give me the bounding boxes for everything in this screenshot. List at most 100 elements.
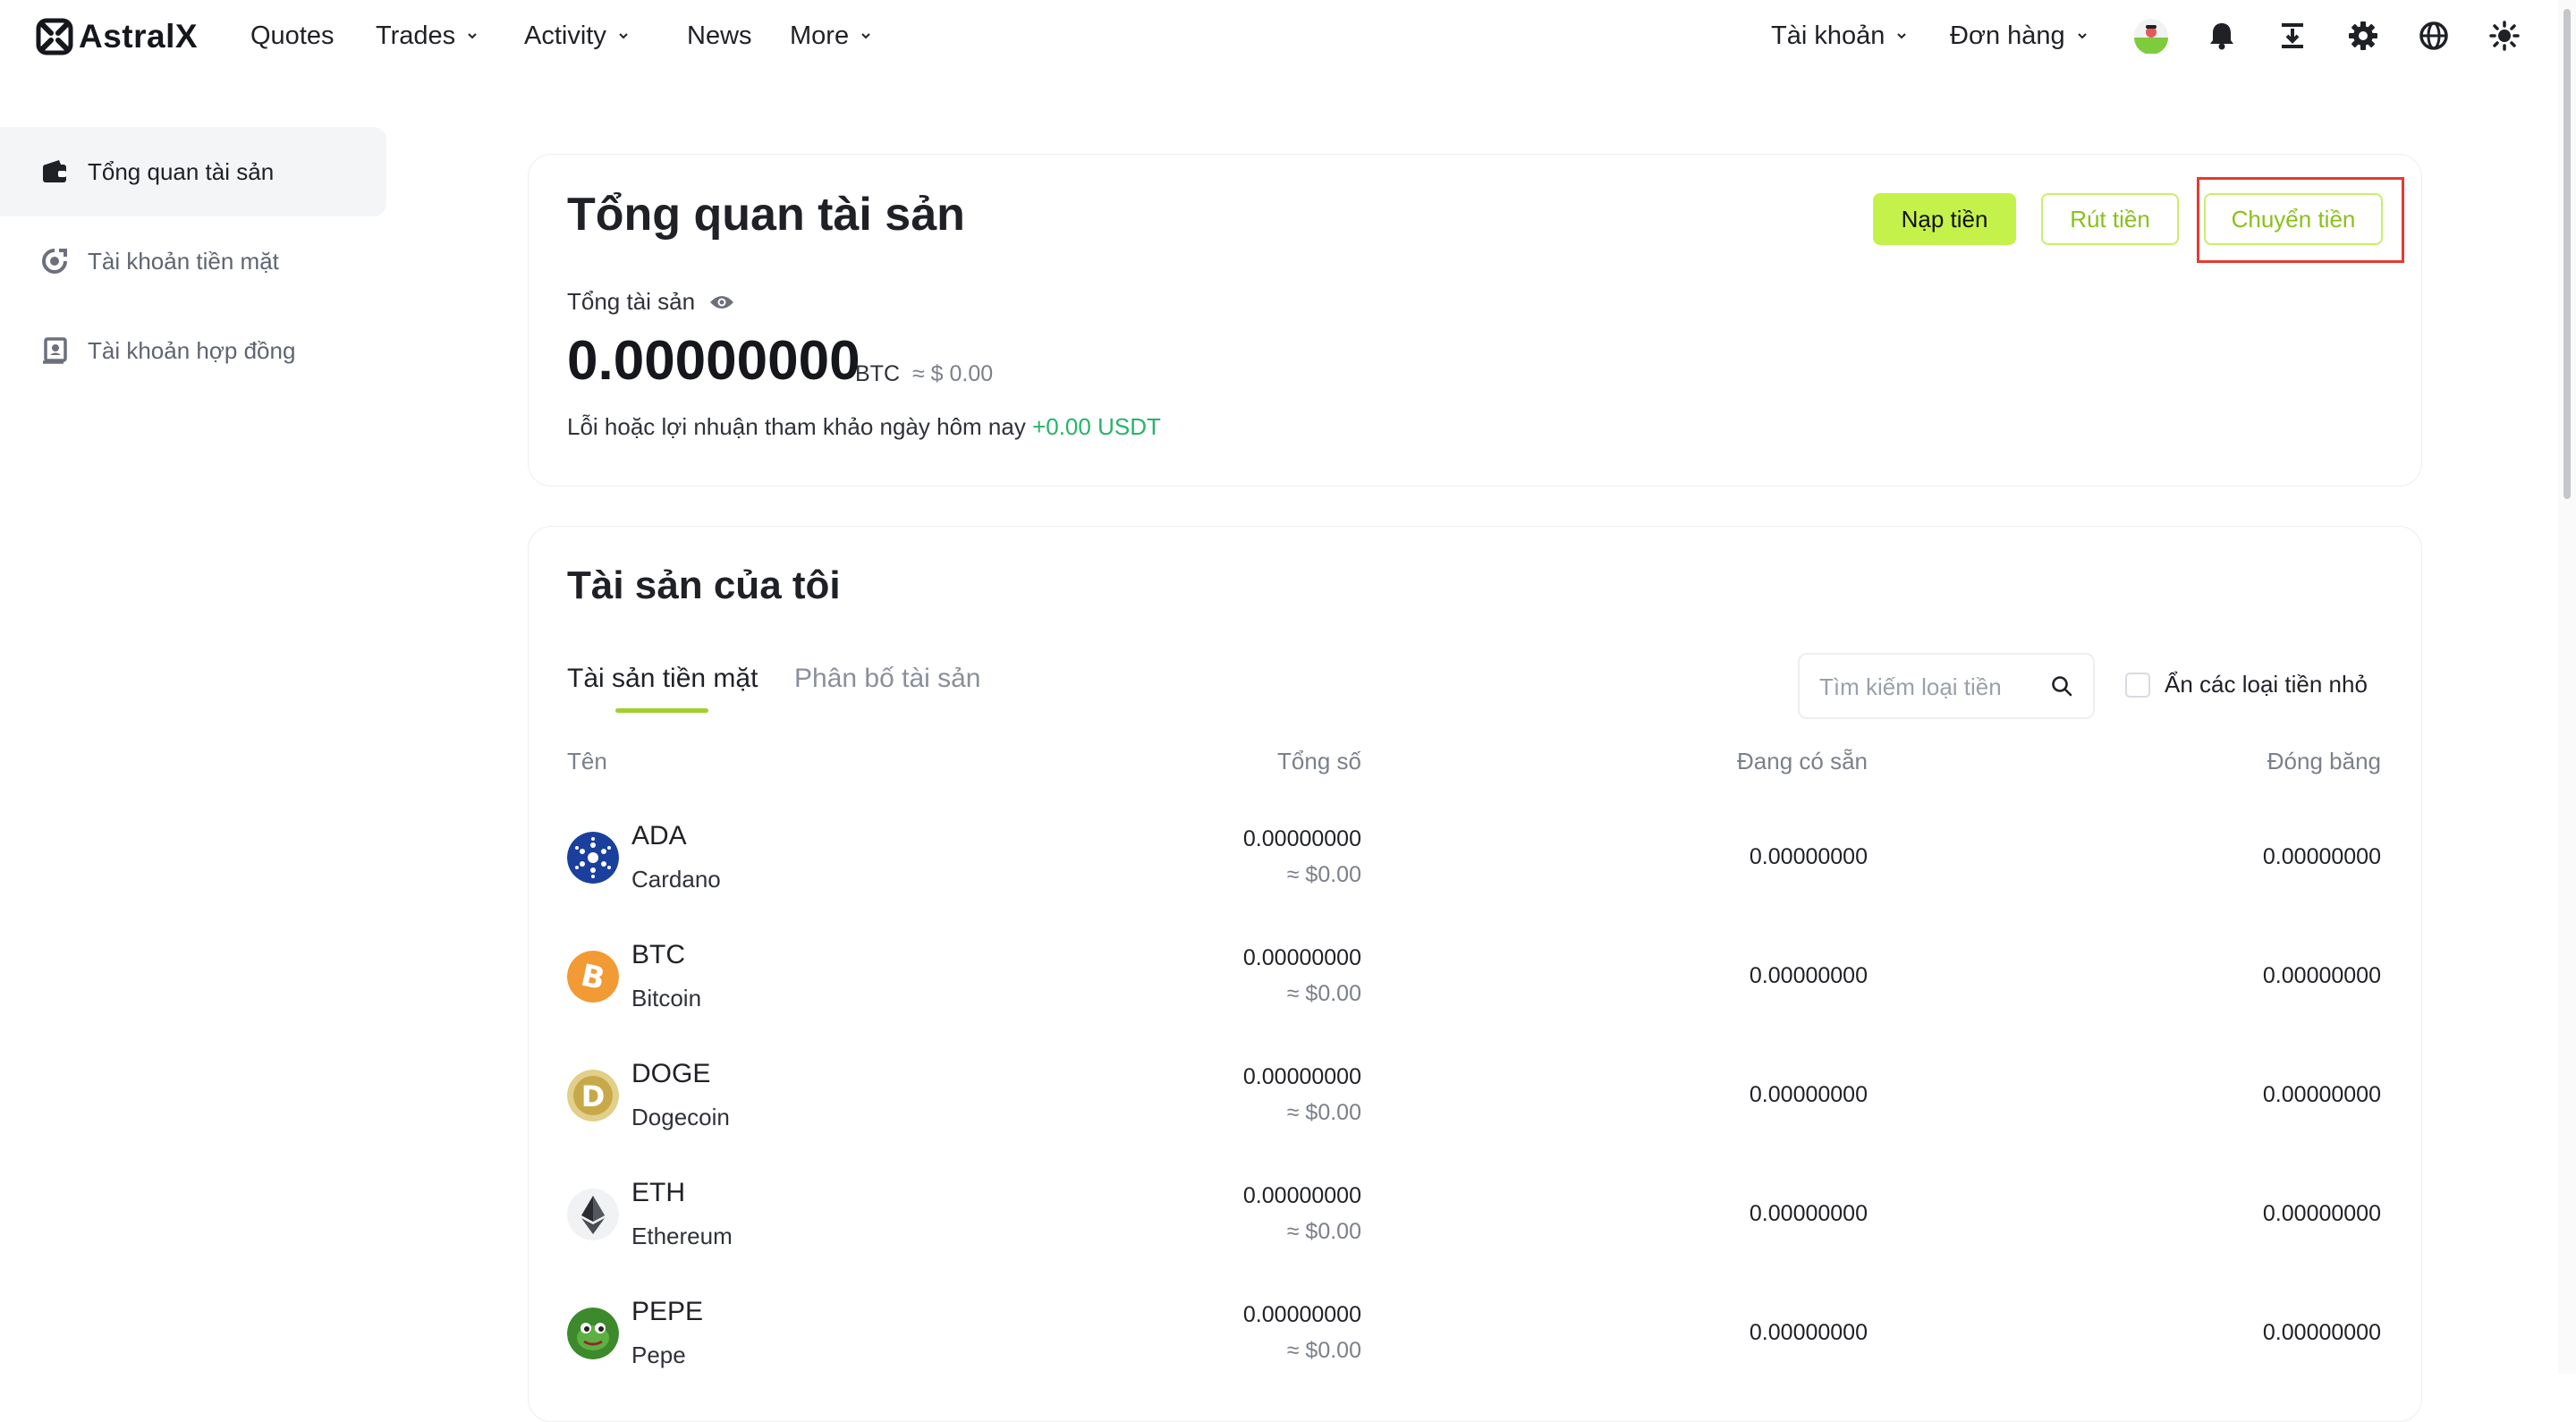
cardano-icon [567, 832, 619, 884]
pepe-icon [567, 1308, 619, 1359]
chevron-down-icon [1897, 33, 1907, 39]
row-available: 0.00000000 [1749, 844, 1868, 869]
row-total-usd: ≈ $0.00 [1286, 1219, 1361, 1244]
nav-more[interactable]: More [790, 18, 872, 54]
logo[interactable]: AstralX [36, 16, 198, 57]
pnl-label: Lỗi hoặc lợi nhuận tham khảo ngày hôm na… [567, 413, 1026, 440]
nav-more-label: More [790, 21, 850, 50]
sidebar-item-label: Tài khoản tiền mặt [88, 247, 279, 275]
pnl-value: +0.00 USDT [1032, 413, 1161, 440]
chevron-down-icon [2077, 33, 2087, 39]
row-name: Dogecoin [631, 1104, 730, 1130]
globe-icon[interactable] [2416, 18, 2452, 54]
download-icon[interactable] [2275, 18, 2310, 54]
row-total-usd: ≈ $0.00 [1286, 981, 1361, 1006]
column-header-name: Tên [567, 748, 607, 774]
row-available: 0.00000000 [1749, 963, 1868, 988]
row-name: Cardano [631, 866, 721, 893]
nav-trades-label: Trades [376, 21, 456, 50]
row-total-usd: ≈ $0.00 [1286, 1338, 1361, 1363]
row-name: Ethereum [631, 1223, 733, 1249]
row-symbol: BTC [631, 940, 685, 969]
row-total-usd: ≈ $0.00 [1286, 862, 1361, 887]
row-frozen: 0.00000000 [2262, 1201, 2381, 1226]
total-assets-label: Tổng tài sản [567, 288, 696, 315]
column-header-available: Đang có sẵn [1737, 748, 1868, 774]
column-header-frozen: Đóng băng [2267, 748, 2381, 774]
row-symbol: ETH [631, 1178, 685, 1207]
pnl-row: Lỗi hoặc lợi nhuận tham khảo ngày hôm na… [567, 413, 1161, 441]
tab-asset-distribution[interactable]: Phân bố tài sản [794, 664, 981, 694]
eye-icon[interactable] [709, 293, 734, 311]
row-available: 0.00000000 [1749, 1082, 1868, 1107]
row-frozen: 0.00000000 [2262, 844, 2381, 869]
total-assets-value: 0.00000000 [567, 330, 860, 392]
nav-orders[interactable]: Đơn hàng [1950, 18, 2089, 54]
bell-icon[interactable] [2204, 18, 2240, 54]
search-icon[interactable] [2050, 674, 2073, 698]
nav-news[interactable]: News [687, 18, 752, 54]
row-total: 0.00000000 [1242, 945, 1361, 970]
nav-account[interactable]: Tài khoản [1771, 18, 1908, 54]
row-total: 0.00000000 [1242, 1064, 1361, 1089]
logo-text: AstralX [79, 18, 199, 55]
sidebar-item-cash-account[interactable]: Tài khoản tiền mặt [0, 216, 386, 306]
total-assets-usd: ≈ $ 0.00 [912, 361, 994, 386]
withdraw-button[interactable]: Rút tiền [2041, 193, 2179, 245]
cash-account-icon [41, 248, 68, 275]
hide-small-checkbox[interactable] [2125, 673, 2150, 698]
sidebar-item-contract-account[interactable]: Tài khoản hợp đồng [0, 306, 386, 395]
sidebar-item-label: Tổng quan tài sản [88, 157, 275, 185]
wallet-icon [41, 158, 68, 185]
gear-icon[interactable] [2345, 18, 2381, 54]
tab-cash-assets[interactable]: Tài sản tiền mặt [567, 664, 758, 694]
search-box [1798, 653, 2095, 719]
svg-text:D: D [581, 1079, 606, 1113]
nav-activity-label: Activity [524, 21, 606, 50]
sidebar-item-label: Tài khoản hợp đồng [88, 336, 296, 364]
page-title: Tổng quan tài sản [567, 189, 965, 241]
total-assets-unit: BTC [855, 361, 900, 386]
my-assets-title: Tài sản của tôi [567, 563, 841, 607]
transfer-button-highlight [2197, 177, 2404, 263]
contract-account-icon [41, 337, 68, 364]
dogecoin-icon: D [567, 1070, 619, 1122]
sidebar-item-asset-overview[interactable]: Tổng quan tài sản [0, 127, 386, 216]
row-total: 0.00000000 [1242, 826, 1361, 851]
row-symbol: PEPE [631, 1297, 704, 1326]
nav-quotes[interactable]: Quotes [250, 18, 335, 54]
ethereum-icon [567, 1189, 619, 1240]
chevron-down-icon [619, 33, 628, 39]
nav-news-label: News [687, 21, 752, 50]
deposit-button[interactable]: Nạp tiền [1873, 193, 2016, 245]
bitcoin-icon: B [567, 951, 619, 1003]
chevron-down-icon [861, 33, 870, 39]
nav-orders-label: Đơn hàng [1950, 21, 2065, 50]
row-frozen: 0.00000000 [2262, 963, 2381, 988]
search-input[interactable] [1818, 655, 2054, 719]
total-assets-label-row: Tổng tài sản [567, 288, 734, 316]
sun-icon[interactable] [2487, 18, 2522, 54]
chevron-down-icon [468, 33, 477, 39]
row-available: 0.00000000 [1749, 1320, 1868, 1345]
row-frozen: 0.00000000 [2262, 1320, 2381, 1345]
row-total-usd: ≈ $0.00 [1286, 1100, 1361, 1125]
nav-quotes-label: Quotes [250, 21, 335, 50]
row-symbol: ADA [631, 821, 687, 851]
avatar[interactable] [2133, 18, 2169, 54]
nav-trades[interactable]: Trades [376, 18, 479, 54]
row-frozen: 0.00000000 [2262, 1082, 2381, 1107]
row-symbol: DOGE [631, 1059, 711, 1088]
my-assets-card [528, 526, 2422, 1422]
row-total: 0.00000000 [1242, 1302, 1361, 1327]
top-nav: AstralX Quotes Trades Activity News More… [0, 0, 2576, 72]
hide-small-label: Ẩn các loại tiền nhỏ [2165, 671, 2368, 698]
active-tab-indicator [615, 708, 708, 713]
scrollbar-thumb[interactable] [2563, 9, 2571, 499]
astralx-logo-icon [36, 18, 73, 55]
column-header-total: Tổng số [1277, 748, 1361, 774]
nav-activity[interactable]: Activity [524, 18, 630, 54]
row-available: 0.00000000 [1749, 1201, 1868, 1226]
row-total: 0.00000000 [1242, 1183, 1361, 1208]
nav-account-label: Tài khoản [1771, 21, 1885, 50]
